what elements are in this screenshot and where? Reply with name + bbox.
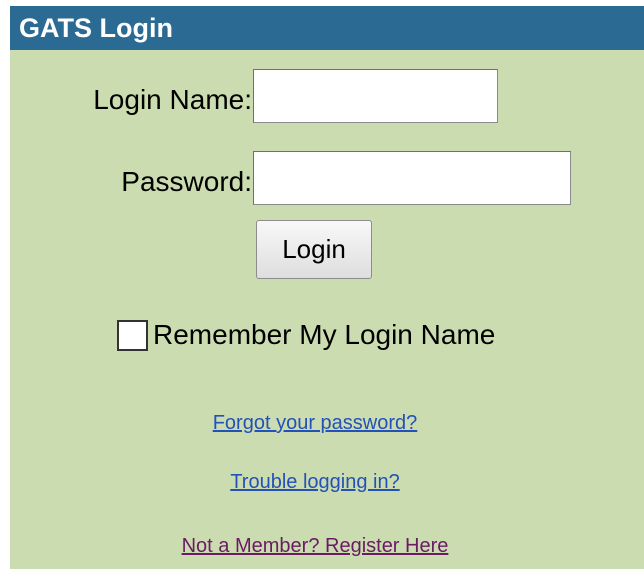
login-header: GATS Login: [10, 6, 644, 50]
login-title: GATS Login: [19, 13, 173, 43]
remember-login-row: Remember My Login Name: [117, 318, 495, 352]
password-label: Password:: [121, 166, 252, 197]
forgot-password-link[interactable]: Forgot your password?: [0, 411, 632, 435]
remember-login-checkbox[interactable]: [117, 319, 148, 351]
login-panel: GATS Login Login Name: Password: Login R…: [10, 6, 644, 569]
register-link[interactable]: Not a Member? Register Here: [0, 534, 632, 558]
remember-login-label[interactable]: Remember My Login Name: [153, 319, 495, 351]
login-name-label: Login Name:: [93, 84, 252, 115]
trouble-logging-in-link[interactable]: Trouble logging in?: [0, 470, 632, 494]
login-button[interactable]: Login: [256, 220, 372, 279]
password-input[interactable]: [253, 151, 571, 205]
login-name-input[interactable]: [253, 69, 498, 123]
